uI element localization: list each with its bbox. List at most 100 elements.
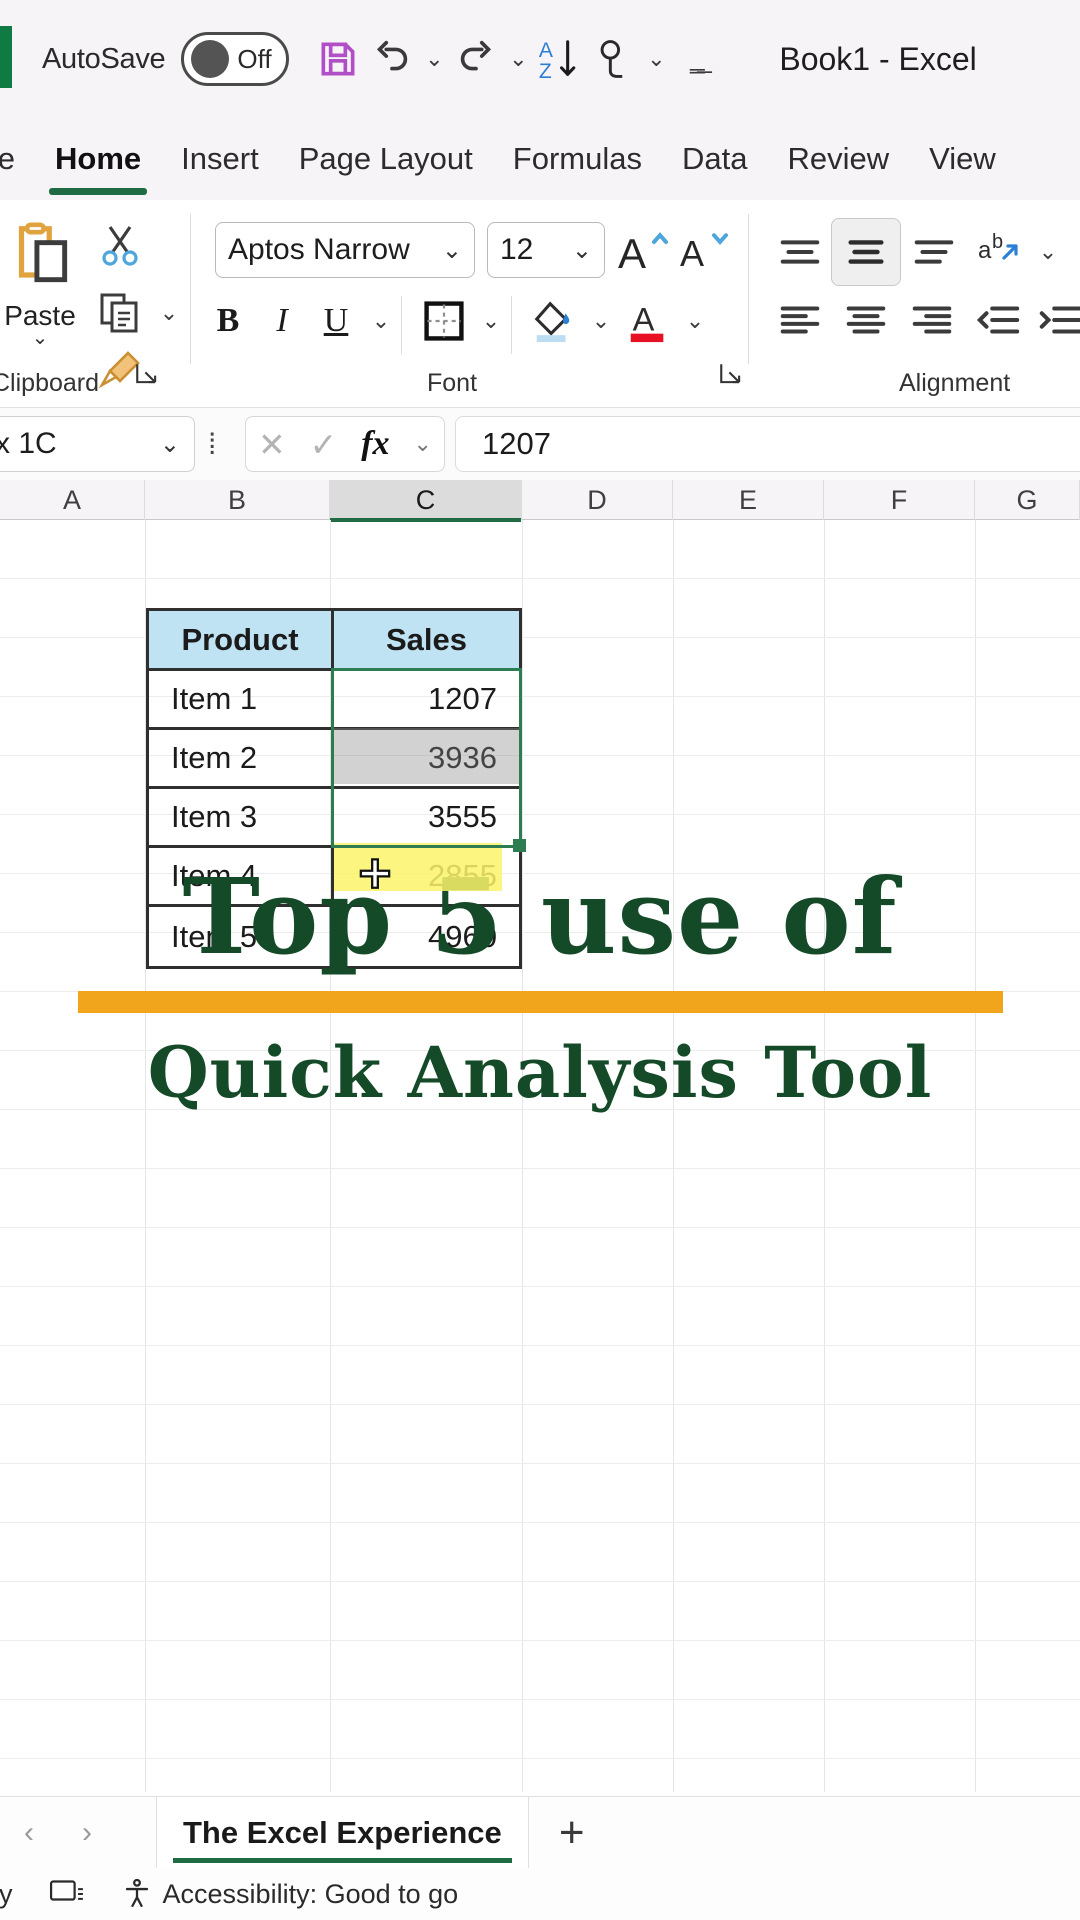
status-bar: dy Accessibility: Good to go: [0, 1868, 1080, 1920]
font-name-dropdown-icon[interactable]: ⌄: [442, 236, 462, 265]
prev-sheet-icon[interactable]: ‹: [0, 1797, 58, 1869]
name-box-value: x 1C: [0, 427, 57, 460]
cell-sales[interactable]: 3555: [334, 789, 519, 848]
ribbon-tab-bar: ile Home Insert Page Layout Formulas Dat…: [0, 118, 1080, 200]
ribbon: Paste ⌄ ⌄ Clipboard Aptos Narrow ⌄ 12 ⌄ …: [0, 200, 1080, 408]
paste-dropdown-icon[interactable]: ⌄: [0, 328, 88, 348]
borders-icon[interactable]: [415, 292, 473, 350]
redo-icon[interactable]: [449, 28, 503, 90]
alignment-group-label: Alignment: [899, 369, 1011, 397]
add-sheet-button[interactable]: +: [529, 1797, 615, 1869]
column-header-b[interactable]: B: [145, 480, 330, 520]
column-header-d[interactable]: D: [522, 480, 673, 520]
cell-product[interactable]: Item 1: [149, 671, 334, 730]
quick-access-toolbar: ⌄ ⌄ A Z ⌄ ‗̲: [311, 28, 723, 90]
touch-mode-dropdown-icon[interactable]: ⌄: [641, 28, 671, 90]
font-color-dropdown-icon[interactable]: ⌄: [677, 292, 713, 350]
font-color-icon[interactable]: A: [619, 292, 677, 350]
undo-icon[interactable]: [365, 28, 419, 90]
table-row[interactable]: Item 3 3555: [149, 789, 519, 848]
copy-icon[interactable]: [88, 282, 152, 344]
orientation-dropdown-icon[interactable]: ⌄: [1031, 224, 1065, 280]
tab-file[interactable]: ile: [0, 123, 35, 195]
tab-page-layout[interactable]: Page Layout: [279, 123, 493, 195]
save-icon[interactable]: [311, 28, 365, 90]
overlay-line-1: Top 5 use of: [182, 855, 898, 978]
orientation-icon[interactable]: a b: [969, 224, 1031, 280]
underline-dropdown-icon[interactable]: ⌄: [363, 292, 399, 350]
enter-icon[interactable]: ✓: [310, 425, 338, 464]
increase-font-size-icon[interactable]: A: [615, 222, 673, 278]
accessibility-button[interactable]: Accessibility: Good to go: [121, 1878, 458, 1910]
tab-review[interactable]: Review: [767, 123, 909, 195]
tab-view[interactable]: View: [909, 123, 1016, 195]
header-cell-sales: Sales: [334, 611, 519, 671]
document-title: Book1 - Excel: [779, 40, 977, 77]
align-top-icon[interactable]: [769, 224, 831, 280]
align-right-icon[interactable]: [901, 292, 963, 348]
display-settings-button[interactable]: [49, 1878, 85, 1910]
fill-color-dropdown-icon[interactable]: ⌄: [583, 292, 619, 350]
bold-button[interactable]: B: [201, 292, 255, 350]
cell-product[interactable]: Item 3: [149, 789, 334, 848]
sheet-tab-the-excel-experience[interactable]: The Excel Experience: [156, 1796, 529, 1869]
font-size-input[interactable]: 12 ⌄: [487, 222, 605, 278]
cell-product[interactable]: Item 2: [149, 730, 334, 789]
font-dialog-launcher[interactable]: [718, 361, 744, 394]
column-header-a[interactable]: A: [0, 480, 145, 520]
increase-indent-icon[interactable]: [1029, 292, 1080, 348]
formula-bar-buttons: ✕ ✓ fx ⌄: [245, 416, 445, 472]
align-middle-icon[interactable]: [835, 224, 897, 280]
column-header-f[interactable]: F: [824, 480, 975, 520]
cut-icon[interactable]: [88, 214, 152, 276]
clipboard-dialog-launcher[interactable]: [134, 361, 160, 394]
formula-dropdown-icon[interactable]: ⌄: [414, 431, 432, 457]
tab-insert[interactable]: Insert: [161, 123, 279, 195]
svg-text:Z: Z: [539, 60, 552, 82]
cancel-icon[interactable]: ✕: [258, 425, 286, 464]
italic-button[interactable]: I: [255, 292, 309, 350]
underline-button[interactable]: U: [309, 292, 363, 350]
tab-home[interactable]: Home: [35, 123, 161, 195]
align-center-icon[interactable]: [835, 292, 897, 348]
redo-dropdown-icon[interactable]: ⌄: [503, 28, 533, 90]
ribbon-group-alignment: a b ⌄ Alignment: [749, 200, 1080, 408]
column-header-e[interactable]: E: [673, 480, 824, 520]
status-ready-label: dy: [0, 1878, 13, 1909]
paste-button[interactable]: Paste ⌄: [0, 212, 88, 348]
font-size-dropdown-icon[interactable]: ⌄: [572, 236, 592, 265]
column-header-g[interactable]: G: [975, 480, 1080, 520]
copy-dropdown-icon[interactable]: ⌄: [152, 282, 186, 344]
fill-color-icon[interactable]: [525, 292, 583, 350]
undo-dropdown-icon[interactable]: ⌄: [419, 28, 449, 90]
font-name-value: Aptos Narrow: [228, 233, 410, 266]
cell-sales[interactable]: 1207: [334, 671, 519, 730]
align-bottom-icon[interactable]: [903, 224, 965, 280]
decrease-indent-icon[interactable]: [967, 292, 1029, 348]
tab-formulas[interactable]: Formulas: [493, 123, 662, 195]
formula-bar: x 1C ⌄ ⁞ ✕ ✓ fx ⌄ 1207: [0, 408, 1080, 480]
accessibility-icon: [125, 1878, 148, 1907]
table-row[interactable]: Item 1 1207: [149, 671, 519, 730]
formula-input[interactable]: 1207: [455, 416, 1080, 472]
name-box[interactable]: x 1C ⌄: [0, 416, 195, 472]
decrease-font-size-icon[interactable]: A: [675, 222, 733, 278]
autosave-toggle[interactable]: Off: [181, 32, 290, 86]
touch-mode-icon[interactable]: [587, 28, 641, 90]
insert-function-icon[interactable]: fx: [361, 425, 389, 463]
name-box-dropdown-icon[interactable]: ⌄: [160, 430, 180, 459]
sort-az-icon[interactable]: A Z: [533, 28, 587, 90]
sheet-tab-bar: ‹ › The Excel Experience +: [0, 1796, 1080, 1869]
align-left-icon[interactable]: [769, 292, 831, 348]
app-accent-bar: [0, 26, 12, 88]
borders-dropdown-icon[interactable]: ⌄: [473, 292, 509, 350]
customize-qat-icon[interactable]: ‗̲: [671, 28, 723, 90]
worksheet-grid: A B C D E F G Product Sales Item 1 1207 …: [0, 480, 1080, 1792]
cell-shade-overlay: [334, 728, 519, 784]
column-header-c[interactable]: C: [330, 480, 522, 522]
font-name-input[interactable]: Aptos Narrow ⌄: [215, 222, 475, 278]
tab-data[interactable]: Data: [662, 123, 767, 195]
formula-bar-options-icon[interactable]: ⁞: [208, 428, 216, 462]
autosave-label: AutoSave: [42, 42, 166, 75]
next-sheet-icon[interactable]: ›: [58, 1797, 116, 1869]
